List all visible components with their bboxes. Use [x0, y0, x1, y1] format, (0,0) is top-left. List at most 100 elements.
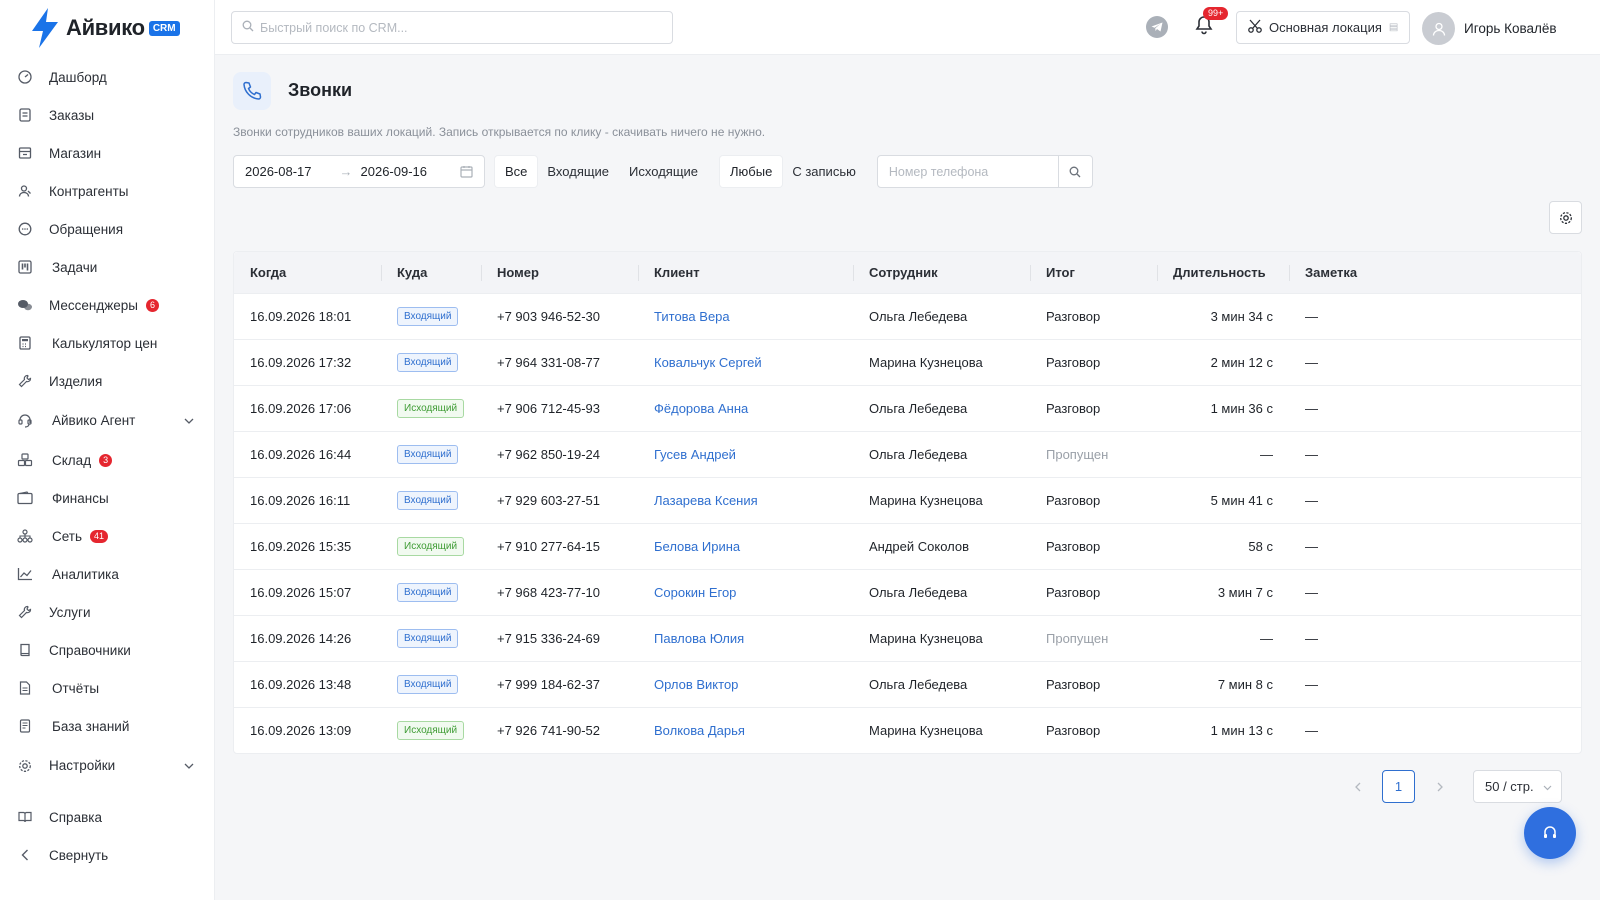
logo[interactable]: Айвико CRM — [28, 6, 180, 50]
calculator-icon — [16, 334, 34, 352]
column-header[interactable]: Клиент — [638, 252, 853, 293]
client-cell: Лазарева Ксения — [638, 478, 853, 523]
call-time: 16.09.2026 15:35 — [250, 539, 352, 554]
sidebar-item-references[interactable]: Справочники — [0, 631, 214, 669]
table-row[interactable]: 16.09.2026 13:48 Входящий +7 999 184-62-37… — [234, 661, 1581, 707]
support-button[interactable] — [1524, 807, 1576, 859]
sidebar-item-settings[interactable]: Настройки — [0, 745, 214, 786]
column-header[interactable]: Куда — [381, 252, 481, 293]
direction-tag: Входящий — [397, 629, 459, 648]
direction-tag: Исходящий — [397, 399, 465, 418]
call-time: 16.09.2026 16:44 — [250, 447, 352, 462]
column-header[interactable]: Длительность — [1157, 252, 1289, 293]
column-header[interactable]: Итог — [1030, 252, 1157, 293]
sidebar-item-requests[interactable]: Обращения — [0, 210, 214, 248]
sidebar-item-products[interactable]: Изделия — [0, 362, 214, 400]
client-link[interactable]: Лазарева Ксения — [654, 493, 758, 508]
sidebar-item-collapse[interactable]: Свернуть — [0, 836, 214, 874]
client-link[interactable]: Павлова Юлия — [654, 631, 744, 646]
sidebar-item-tasks[interactable]: Задачи — [0, 248, 214, 286]
table-row[interactable]: 16.09.2026 18:01 Входящий +7 903 946-52-30… — [234, 293, 1581, 339]
call-time: 16.09.2026 14:26 — [250, 631, 352, 646]
phone-search-button[interactable] — [1057, 156, 1092, 187]
sidebar-item-reports[interactable]: Отчёты — [0, 669, 214, 707]
table-row[interactable]: 16.09.2026 16:11 Входящий +7 929 603-27-51… — [234, 477, 1581, 523]
sidebar-item-label: Айвико Агент — [52, 413, 136, 428]
client-link[interactable]: Титова Вера — [654, 309, 730, 324]
page-number-button[interactable]: 1 — [1382, 770, 1415, 803]
filter-outgoing[interactable]: Исходящие — [619, 156, 708, 187]
page-size-select[interactable]: 50 / стр. — [1473, 770, 1562, 803]
client-link[interactable]: Сорокин Егор — [654, 585, 736, 600]
book-icon — [16, 641, 34, 659]
date-to[interactable]: 2026-09-16 — [361, 164, 428, 179]
phone-search-input[interactable] — [877, 164, 1058, 179]
sidebar-item-contractors[interactable]: Контрагенты — [0, 172, 214, 210]
sidebar-item-label: Финансы — [52, 490, 109, 506]
telegram-icon[interactable] — [1146, 16, 1168, 38]
column-header[interactable]: Когда — [234, 252, 381, 293]
column-header[interactable]: Сотрудник — [853, 252, 1030, 293]
table-row[interactable]: 16.09.2026 13:09 Исходящий +7 926 741-90-5… — [234, 707, 1581, 753]
date-from[interactable]: 2026-08-17 — [245, 164, 312, 179]
client-link[interactable]: Волкова Дарья — [654, 723, 745, 738]
page-title: Звонки — [288, 80, 353, 100]
sidebar-item-price-calculator[interactable]: Калькулятор цен — [0, 324, 214, 362]
phone-number: +7 910 277-64-15 — [497, 539, 601, 554]
date-range-picker[interactable]: 2026-08-17 → 2026-09-16 — [233, 155, 485, 188]
pagination: 1 50 / стр. — [1341, 770, 1562, 803]
chevron-left-icon — [1354, 782, 1360, 791]
location-name: Основная локация — [1269, 20, 1382, 35]
sidebar-item-warehouse[interactable]: Склад 3 — [0, 441, 214, 479]
sidebar-item-agent[interactable]: Айвико Агент — [0, 400, 214, 441]
shop-icon — [16, 144, 34, 162]
table-row[interactable]: 16.09.2026 15:35 Исходящий +7 910 277-64-1… — [234, 523, 1581, 569]
client-link[interactable]: Орлов Виктор — [654, 677, 738, 692]
calls-table: Когда Куда Номер Клиент Сотрудник Итог Д… — [233, 251, 1582, 754]
call-duration: 1 мин 36 с — [1210, 401, 1273, 416]
table-settings-button[interactable] — [1549, 201, 1582, 234]
client-link[interactable]: Белова Ирина — [654, 539, 740, 554]
search-icon — [242, 20, 254, 35]
call-duration: 3 мин 7 с — [1217, 585, 1273, 600]
network-badge: 41 — [90, 529, 109, 543]
sidebar-item-finance[interactable]: Финансы — [0, 479, 214, 517]
table-row[interactable]: 16.09.2026 16:44 Входящий +7 962 850-19-24… — [234, 431, 1581, 477]
call-result: Разговор — [1046, 309, 1101, 324]
direction-cell: Входящий — [381, 662, 481, 707]
filter-with-recording[interactable]: С записью — [782, 156, 866, 187]
table-row[interactable]: 16.09.2026 17:06 Исходящий +7 906 712-45-9… — [234, 385, 1581, 431]
filter-all[interactable]: Все — [495, 156, 538, 187]
phone-number: +7 926 741-90-52 — [497, 723, 601, 738]
table-row[interactable]: 16.09.2026 15:07 Входящий +7 968 423-77-10… — [234, 569, 1581, 615]
next-page-button[interactable] — [1423, 770, 1456, 803]
call-time: 16.09.2026 16:11 — [250, 493, 351, 508]
client-link[interactable]: Гусев Андрей — [654, 447, 736, 462]
sidebar-item-dashboard[interactable]: Дашборд — [0, 58, 214, 96]
sidebar-item-analytics[interactable]: Аналитика — [0, 555, 214, 593]
column-header[interactable]: Заметка — [1289, 252, 1581, 293]
user-menu[interactable]: Игорь Ковалёв — [1422, 12, 1557, 45]
table-row[interactable]: 16.09.2026 17:32 Входящий +7 964 331-08-77… — [234, 339, 1581, 385]
column-header[interactable]: Номер — [481, 252, 638, 293]
direction-tag: Исходящий — [397, 721, 465, 740]
sidebar-item-help[interactable]: Справка — [0, 798, 214, 836]
filter-incoming[interactable]: Входящие — [537, 156, 619, 187]
sidebar-item-label: Изделия — [49, 373, 103, 389]
table-row[interactable]: 16.09.2026 14:26 Входящий +7 915 336-24-69… — [234, 615, 1581, 661]
global-search-input[interactable] — [260, 20, 640, 35]
client-link[interactable]: Ковальчук Сергей — [654, 355, 762, 370]
client-link[interactable]: Фёдорова Анна — [654, 401, 748, 416]
filter-any[interactable]: Любые — [720, 156, 783, 187]
sidebar-item-label: Отчёты — [52, 680, 100, 696]
sidebar-item-network[interactable]: Сеть 41 — [0, 517, 214, 555]
sidebar: Айвико CRM Дашборд Заказы Магазин Контра… — [0, 0, 215, 900]
sidebar-item-shop[interactable]: Магазин — [0, 134, 214, 172]
global-search[interactable] — [231, 11, 673, 44]
sidebar-item-services[interactable]: Услуги — [0, 593, 214, 631]
location-selector[interactable]: Основная локация ▤ — [1236, 11, 1410, 44]
sidebar-item-orders[interactable]: Заказы — [0, 96, 214, 134]
sidebar-item-messengers[interactable]: Мессенджеры 6 — [0, 286, 214, 324]
sidebar-item-knowledge-base[interactable]: База знаний — [0, 707, 214, 745]
prev-page-button[interactable] — [1341, 770, 1374, 803]
